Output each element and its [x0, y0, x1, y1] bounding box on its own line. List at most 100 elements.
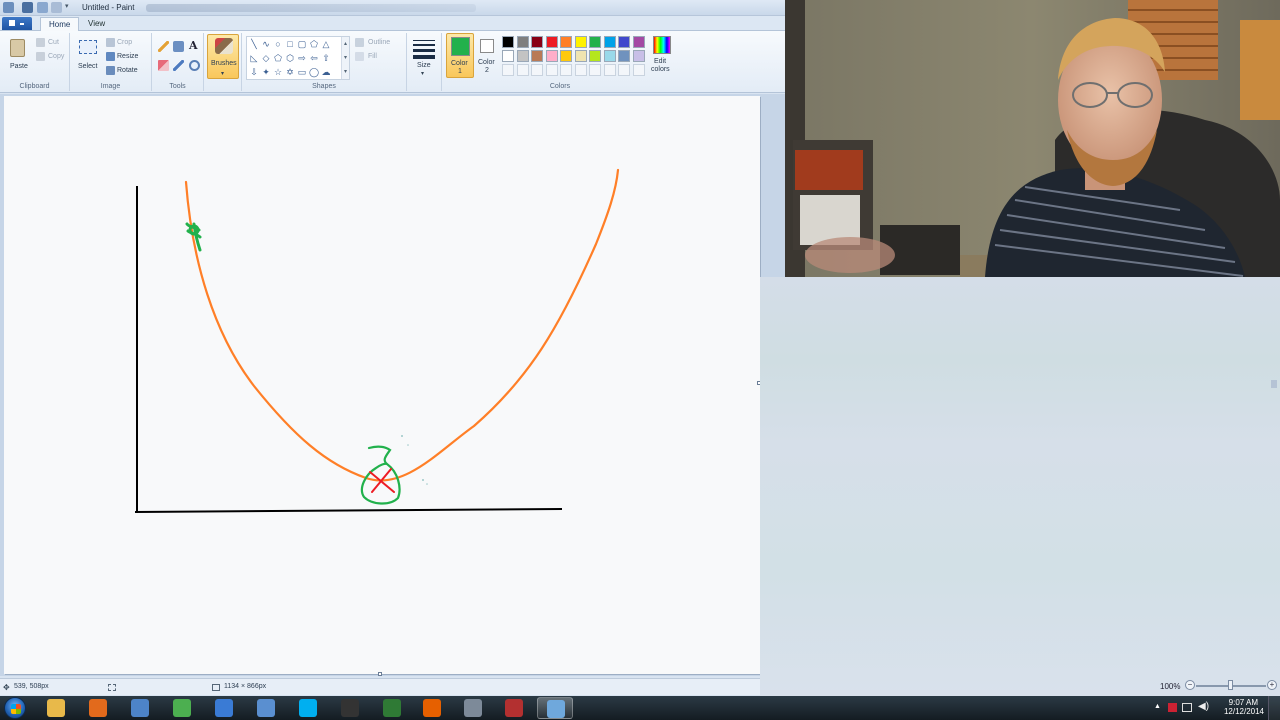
resize-button[interactable]: Resize — [117, 53, 138, 60]
palette-swatch[interactable] — [632, 36, 645, 48]
polygon-shape-icon[interactable]: ⬠ — [309, 39, 319, 49]
eraser-icon[interactable] — [158, 60, 169, 71]
zoom-out-icon[interactable]: − — [1185, 680, 1195, 690]
copy-button[interactable]: Copy — [48, 53, 64, 60]
rounded-rectangle-shape-icon[interactable]: ▢ — [297, 39, 307, 49]
palette-swatch[interactable] — [618, 50, 630, 62]
custom-color-slot[interactable] — [502, 64, 514, 76]
drawing-canvas[interactable] — [4, 96, 760, 674]
palette-swatch[interactable] — [603, 36, 616, 48]
taskbar-app-button[interactable] — [374, 697, 410, 719]
zoom-in-icon[interactable]: + — [1267, 680, 1277, 690]
taskbar-app-button[interactable] — [290, 697, 326, 719]
color2-button[interactable]: Color 2 — [476, 33, 500, 78]
crop-button[interactable]: Crop — [117, 39, 132, 46]
custom-color-slot[interactable] — [603, 64, 616, 76]
app-menu-icon[interactable] — [3, 2, 14, 13]
pencil-icon[interactable] — [158, 41, 169, 52]
redo-icon[interactable] — [51, 2, 62, 13]
line-shape-icon[interactable]: ╲ — [249, 39, 259, 49]
diamond-shape-icon[interactable]: ◇ — [261, 53, 271, 63]
taskbar-app-button[interactable] — [206, 697, 242, 719]
four-point-star-shape-icon[interactable]: ✦ — [261, 67, 271, 77]
oval-shape-icon[interactable]: ○ — [273, 39, 283, 49]
taskbar-app-button[interactable] — [248, 697, 284, 719]
file-menu-button[interactable] — [2, 17, 32, 30]
taskbar-app-button[interactable] — [164, 697, 200, 719]
taskbar-app-button[interactable] — [455, 697, 491, 719]
shapes-gallery[interactable]: ╲ ∿ ○ □ ▢ ⬠ △ ◺ ◇ ⬠ ⬡ ⇨ ⇦ ⇧ ⇩ ✦ ☆ ✡ ▭ ◯ — [246, 36, 350, 80]
vertical-scroll-arrow-icon[interactable] — [1271, 380, 1277, 388]
down-arrow-shape-icon[interactable]: ⇩ — [249, 67, 259, 77]
up-arrow-shape-icon[interactable]: ⇧ — [321, 53, 331, 63]
palette-swatch[interactable] — [545, 50, 558, 62]
taskbar-app-button[interactable] — [38, 697, 74, 719]
curve-shape-icon[interactable]: ∿ — [261, 39, 271, 49]
custom-color-slot[interactable] — [531, 64, 543, 76]
shapes-scroll-icon[interactable]: ▴ ▾ ▾ — [341, 37, 349, 79]
tray-expand-icon[interactable]: ▲ — [1154, 703, 1161, 710]
taskbar-app-button[interactable] — [122, 697, 158, 719]
network-tray-icon[interactable] — [1182, 703, 1192, 712]
right-arrow-shape-icon[interactable]: ⇨ — [297, 53, 307, 63]
canvas-resize-handle-bottom[interactable] — [378, 672, 382, 676]
select-button[interactable]: Select — [76, 37, 100, 79]
palette-swatch[interactable] — [516, 50, 529, 62]
hexagon-shape-icon[interactable]: ⬡ — [285, 53, 295, 63]
outline-button[interactable]: Outline — [368, 39, 390, 46]
palette-swatch[interactable] — [589, 36, 601, 48]
taskbar-app-button[interactable] — [537, 697, 573, 719]
fill-bucket-icon[interactable] — [173, 41, 184, 52]
paste-button[interactable]: Paste — [6, 37, 30, 79]
custom-color-slot[interactable] — [516, 64, 529, 76]
callout-shape-icon[interactable]: ▭ — [297, 67, 307, 77]
tab-home[interactable]: Home — [40, 17, 80, 31]
palette-swatch[interactable] — [502, 50, 514, 62]
save-icon[interactable] — [22, 2, 33, 13]
palette-swatch[interactable] — [516, 36, 529, 48]
cut-button[interactable]: Cut — [48, 39, 59, 46]
custom-color-slot[interactable] — [589, 64, 601, 76]
pentagon-shape-icon[interactable]: ⬠ — [273, 53, 283, 63]
custom-color-slot[interactable] — [560, 64, 572, 76]
rectangle-shape-icon[interactable]: □ — [285, 39, 295, 49]
taskbar-app-button[interactable] — [80, 697, 116, 719]
cloud-callout-shape-icon[interactable]: ☁ — [321, 67, 331, 77]
color-picker-icon[interactable] — [173, 60, 184, 71]
size-button[interactable]: Size ▾ — [411, 38, 437, 78]
palette-swatch[interactable] — [603, 50, 616, 62]
volume-tray-icon[interactable]: ◀) — [1198, 701, 1209, 712]
oval-callout-shape-icon[interactable]: ◯ — [309, 67, 319, 77]
taskbar-app-button[interactable] — [332, 697, 368, 719]
custom-color-slot[interactable] — [632, 64, 645, 76]
palette-swatch[interactable] — [632, 50, 645, 62]
taskbar-app-button[interactable] — [496, 697, 532, 719]
rotate-button[interactable]: Rotate — [117, 67, 138, 74]
fill-button[interactable]: Fill — [368, 53, 377, 60]
edit-colors-button[interactable]: Edit colors — [650, 34, 676, 78]
magnifier-icon[interactable] — [189, 60, 200, 71]
palette-swatch[interactable] — [531, 36, 543, 48]
customize-toolbar-chevron-icon[interactable]: ▾ — [65, 2, 73, 13]
text-tool-icon[interactable]: A — [189, 39, 198, 52]
triangle-shape-icon[interactable]: △ — [321, 39, 331, 49]
right-triangle-shape-icon[interactable]: ◺ — [249, 53, 259, 63]
zoom-slider-thumb[interactable] — [1228, 680, 1233, 690]
six-point-star-shape-icon[interactable]: ✡ — [285, 67, 295, 77]
clock-time[interactable]: 9:07 AM — [1229, 698, 1258, 707]
flag-tray-icon[interactable] — [1168, 703, 1177, 712]
taskbar-app-button[interactable] — [414, 697, 450, 719]
undo-icon[interactable] — [37, 2, 48, 13]
palette-swatch[interactable] — [545, 36, 558, 48]
palette-swatch[interactable] — [531, 50, 543, 62]
palette-swatch[interactable] — [560, 50, 572, 62]
palette-swatch[interactable] — [574, 36, 587, 48]
brushes-button[interactable]: Brushes ▾ — [207, 34, 239, 79]
custom-color-slot[interactable] — [545, 64, 558, 76]
palette-swatch[interactable] — [589, 50, 601, 62]
color1-button[interactable]: Color 1 — [446, 33, 474, 78]
palette-swatch[interactable] — [618, 36, 630, 48]
palette-swatch[interactable] — [560, 36, 572, 48]
custom-color-slot[interactable] — [574, 64, 587, 76]
palette-swatch[interactable] — [502, 36, 514, 48]
